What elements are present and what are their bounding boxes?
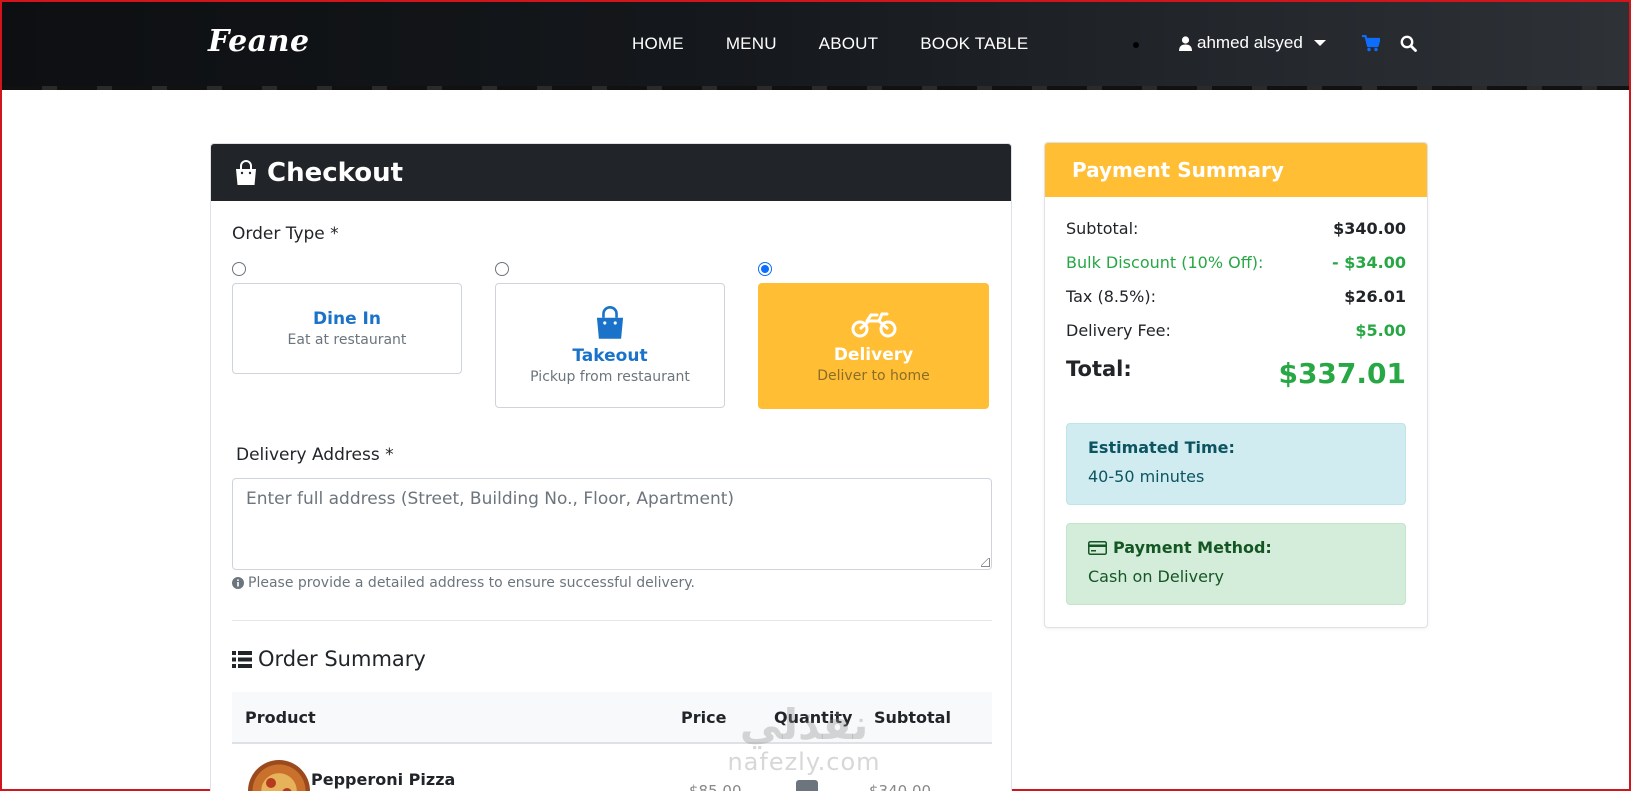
user-icon — [1179, 35, 1192, 51]
shopping-bag-icon — [596, 306, 624, 339]
payment-method-value: Cash on Delivery — [1088, 567, 1224, 586]
takeout-radio[interactable] — [495, 262, 509, 276]
th-price: Price — [681, 708, 727, 727]
checkout-header: Checkout — [211, 144, 1011, 201]
top-navbar: Feane HOME MENU ABOUT BOOK TABLE ahmed a… — [2, 2, 1629, 90]
product-name: Pepperoni Pizza — [311, 770, 456, 789]
nav-links: HOME MENU ABOUT BOOK TABLE — [632, 34, 1028, 54]
delivery-address-label: Delivery Address * — [236, 445, 394, 465]
brand-logo[interactable]: Feane — [208, 24, 310, 59]
discount-label: Bulk Discount (10% Off): — [1066, 253, 1264, 272]
order-type-takeout[interactable]: Takeout Pickup from restaurant — [495, 283, 725, 408]
total-value: $337.01 — [1278, 357, 1406, 390]
option-subtitle: Eat at restaurant — [287, 332, 407, 348]
motorcycle-icon — [851, 312, 896, 337]
nav-dot — [1133, 42, 1139, 48]
tax-label: Tax (8.5%): — [1066, 287, 1157, 306]
option-title: Takeout — [572, 346, 648, 366]
address-hint: Please provide a detailed address to ens… — [232, 575, 695, 591]
chevron-down-icon — [1313, 40, 1326, 46]
product-image — [248, 760, 310, 791]
discount-value: - $34.00 — [1332, 253, 1406, 272]
payment-method-heading: Payment Method: — [1088, 538, 1384, 557]
section-divider — [232, 620, 992, 621]
nav-book-table[interactable]: BOOK TABLE — [920, 34, 1028, 54]
option-title: Dine In — [313, 309, 381, 329]
option-title: Delivery — [833, 344, 914, 365]
nav-menu[interactable]: MENU — [726, 34, 777, 54]
th-product: Product — [245, 708, 316, 727]
product-price: $85.00 — [689, 782, 742, 791]
textarea-resize-handle[interactable] — [981, 558, 990, 567]
checkout-card: Checkout Order Type * Dine In Eat at res… — [210, 143, 1012, 791]
tax-value: $26.01 — [1344, 287, 1406, 306]
cart-icon[interactable] — [1362, 35, 1380, 52]
subtotal-label: Subtotal: — [1066, 219, 1139, 238]
order-type-label: Order Type * — [232, 224, 339, 244]
nav-home[interactable]: HOME — [632, 34, 684, 54]
shopping-bag-icon — [236, 159, 256, 185]
discount-row: Bulk Discount (10% Off): - $34.00 — [1066, 253, 1406, 272]
watermark-latin: nafezly.com — [727, 748, 881, 776]
th-subtotal: Subtotal — [874, 708, 951, 727]
order-type-delivery[interactable]: Delivery Deliver to home — [758, 283, 989, 409]
payment-summary-title: Payment Summary — [1072, 158, 1284, 182]
order-table-header: Product Price Quantity Subtotal — [232, 692, 992, 744]
info-circle-icon — [232, 577, 244, 589]
delivery-address-input[interactable] — [232, 478, 992, 570]
payment-summary-header: Payment Summary — [1045, 143, 1427, 197]
nav-about[interactable]: ABOUT — [819, 34, 879, 54]
option-subtitle: Pickup from restaurant — [530, 369, 690, 385]
total-label: Total: — [1066, 357, 1132, 381]
estimated-time-value: 40-50 minutes — [1088, 467, 1205, 486]
user-name: ahmed alsyed — [1197, 33, 1303, 52]
delivery-radio[interactable] — [758, 262, 772, 276]
user-dropdown[interactable]: ahmed alsyed — [1179, 33, 1326, 53]
option-subtitle: Deliver to home — [817, 367, 930, 384]
payment-summary-card: Payment Summary Subtotal: $340.00 Bulk D… — [1044, 142, 1428, 628]
total-row: Total: $337.01 — [1066, 357, 1406, 390]
tax-row: Tax (8.5%): $26.01 — [1066, 287, 1406, 306]
subtotal-row: Subtotal: $340.00 — [1066, 219, 1406, 238]
address-hint-text: Please provide a detailed address to ens… — [248, 575, 695, 591]
th-quantity: Quantity — [774, 708, 853, 727]
quantity-control[interactable] — [796, 780, 818, 791]
checkout-title: Checkout — [267, 157, 404, 188]
order-type-dine-in[interactable]: Dine In Eat at restaurant — [232, 283, 462, 374]
search-icon[interactable] — [1400, 35, 1417, 52]
subtotal-value: $340.00 — [1333, 219, 1406, 238]
dine-in-radio[interactable] — [232, 262, 246, 276]
order-summary-title: Order Summary — [232, 647, 426, 671]
delivery-fee-row: Delivery Fee: $5.00 — [1066, 321, 1406, 340]
estimated-time-label: Estimated Time: — [1088, 438, 1235, 457]
delivery-fee-label: Delivery Fee: — [1066, 321, 1171, 340]
list-icon — [232, 650, 252, 668]
product-subtotal: $340.00 — [869, 782, 932, 791]
estimated-time-box: Estimated Time: 40-50 minutes — [1066, 423, 1406, 505]
payment-method-box: Payment Method: Cash on Delivery — [1066, 523, 1406, 605]
delivery-fee-value: $5.00 — [1355, 321, 1406, 340]
payment-method-label: Payment Method: — [1113, 538, 1272, 557]
order-summary-title-text: Order Summary — [258, 647, 426, 671]
credit-card-icon — [1088, 540, 1107, 555]
